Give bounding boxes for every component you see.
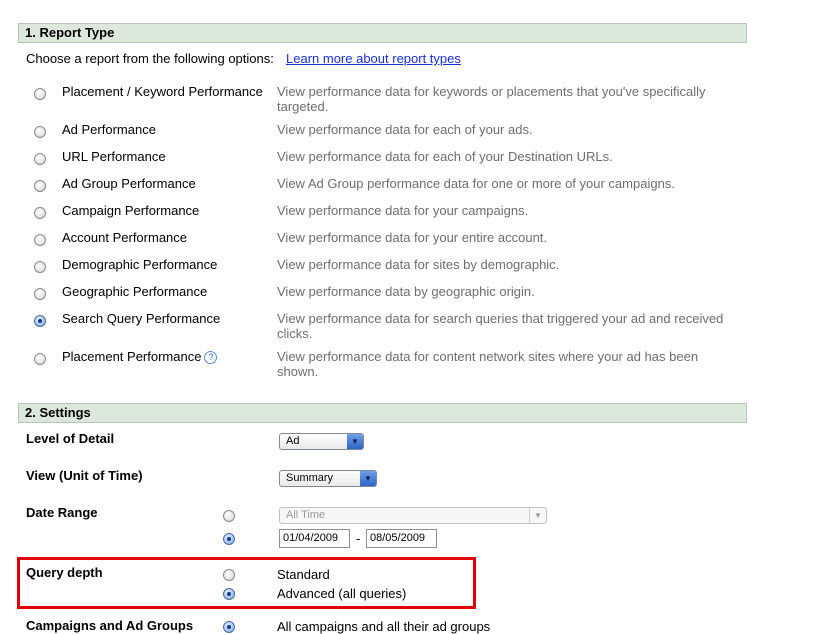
radio-placement-keyword[interactable] [34,88,46,100]
option-desc-ad-performance: View performance data for each of your a… [277,122,533,137]
date-start-input[interactable]: 01/04/2009 [279,529,350,548]
date-range-label: Date Range [26,505,98,520]
query-depth-highlight [17,557,476,609]
report-type-header: 1. Report Type [18,23,747,43]
option-desc-account-performance: View performance data for your entire ac… [277,230,548,245]
level-of-detail-value: Ad [286,435,300,447]
option-desc-search-query-performance: View performance data for search queries… [277,311,724,341]
option-desc-campaign-performance: View performance data for your campaigns… [277,203,529,218]
level-of-detail-select[interactable]: Ad ▼ [279,433,364,450]
learn-more-link[interactable]: Learn more about report types [286,51,461,66]
view-unit-value: Summary [286,472,334,484]
date-preset-value: All Time [286,509,326,521]
chevron-down-icon: ▼ [347,434,363,449]
option-label-account-performance: Account Performance [62,230,188,245]
chevron-down-icon: ▼ [360,471,376,486]
date-end-input[interactable]: 08/05/2009 [366,529,437,548]
radio-search-query-performance[interactable] [34,315,46,327]
option-desc-demographic-performance: View performance data for sites by demog… [277,257,560,272]
option-desc-placement-performance: View performance data for content networ… [277,349,699,379]
radio-all-campaigns[interactable] [223,621,235,633]
option-label-search-query-performance: Search Query Performance [62,311,221,326]
level-of-detail-label: Level of Detail [26,431,115,446]
option-desc-ad-group-performance: View Ad Group performance data for one o… [277,176,675,191]
intro-text: Choose a report from the following optio… [26,51,274,66]
radio-date-preset[interactable] [223,510,235,522]
settings-header: 2. Settings [18,403,747,423]
radio-url-performance[interactable] [34,153,46,165]
campaigns-label: Campaigns and Ad Groups [26,618,194,633]
radio-ad-group-performance[interactable] [34,180,46,192]
option-desc-geographic-performance: View performance data by geographic orig… [277,284,535,299]
option-label-campaign-performance: Campaign Performance [62,203,200,218]
radio-campaign-performance[interactable] [34,207,46,219]
date-preset-select[interactable]: All Time ▼ [279,507,547,524]
report-type-intro: Choose a report from the following optio… [26,51,274,66]
option-placement-performance: Placement Performance? [62,349,272,365]
option-label-placement-performance: Placement Performance [62,349,202,364]
view-unit-select[interactable]: Summary ▼ [279,470,377,487]
option-label-ad-group-performance: Ad Group Performance [62,176,196,191]
option-label-ad-performance: Ad Performance [62,122,156,137]
radio-placement-performance[interactable] [34,353,46,365]
view-unit-label: View (Unit of Time) [26,468,143,483]
option-desc-placement-keyword: View performance data for keywords or pl… [277,84,706,114]
option-desc-url-performance: View performance data for each of your D… [277,149,613,164]
option-label-geographic-performance: Geographic Performance [62,284,208,299]
all-campaigns-label: All campaigns and all their ad groups [277,619,491,634]
chevron-down-icon: ▼ [529,508,546,523]
date-separator: - [356,531,361,546]
radio-ad-performance[interactable] [34,126,46,138]
radio-geographic-performance[interactable] [34,288,46,300]
option-label-url-performance: URL Performance [62,149,166,164]
option-label-demographic-performance: Demographic Performance [62,257,218,272]
radio-demographic-performance[interactable] [34,261,46,273]
option-label-placement-keyword: Placement / Keyword Performance [62,84,263,99]
radio-account-performance[interactable] [34,234,46,246]
question-icon[interactable]: ? [204,351,218,365]
radio-date-custom[interactable] [223,533,235,545]
